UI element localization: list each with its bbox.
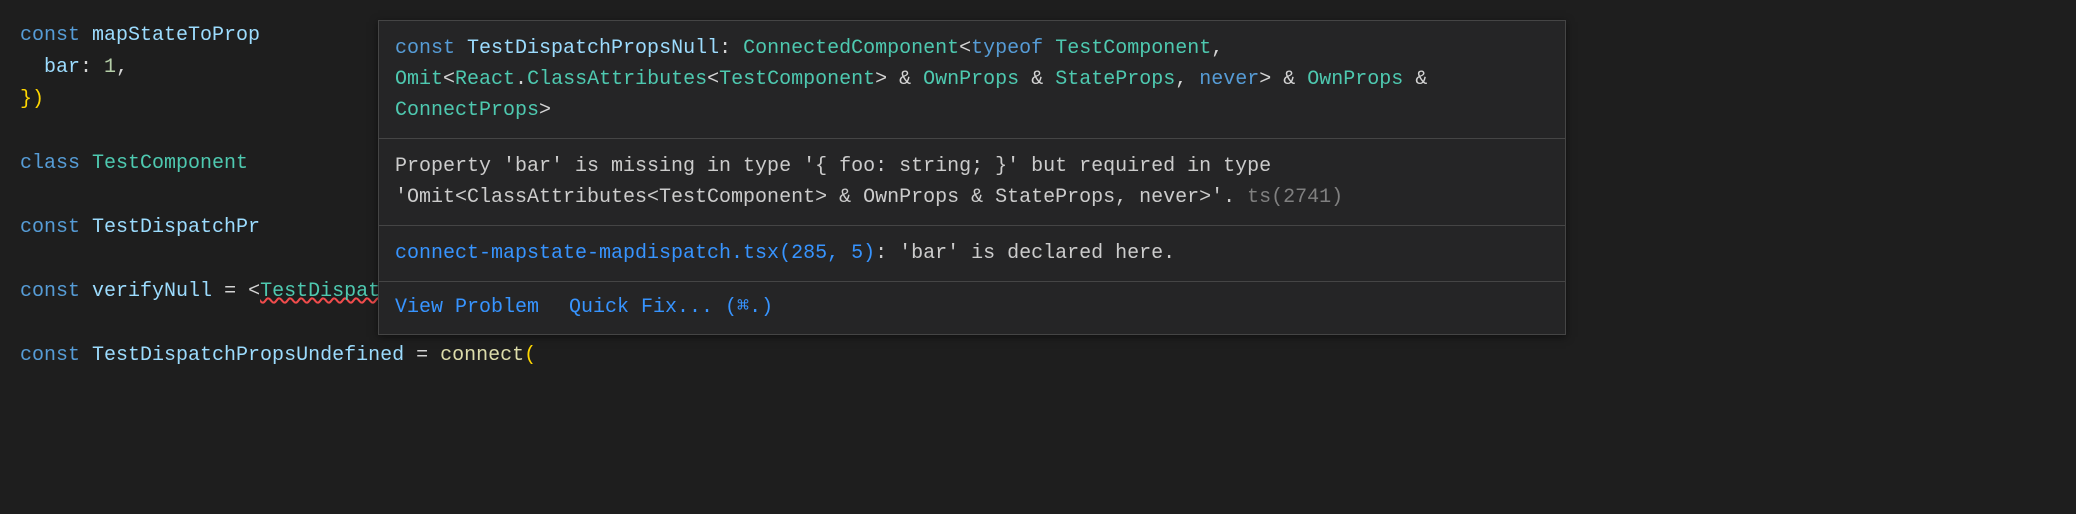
space <box>92 56 104 79</box>
comma: , <box>1211 37 1223 60</box>
property-name: bar <box>20 56 80 79</box>
keyword-never: never <box>1199 68 1259 91</box>
hover-tooltip: const TestDispatchPropsNull: ConnectedCo… <box>378 20 1566 335</box>
angle-bracket: < <box>959 37 971 60</box>
space <box>80 216 92 239</box>
view-problem-button[interactable]: View Problem <box>395 292 539 324</box>
open-paren: ( <box>524 344 536 367</box>
variable-name: TestDispatchPropsNull <box>467 37 719 60</box>
space <box>455 37 467 60</box>
angle-bracket: > <box>1259 68 1271 91</box>
type-name: OwnProps <box>923 68 1019 91</box>
quick-fix-button[interactable]: Quick Fix... (⌘.) <box>569 292 773 324</box>
ampersand: & <box>1403 68 1427 91</box>
keyword-const: const <box>20 24 80 47</box>
space <box>1043 37 1055 60</box>
jsx-open: < <box>248 280 260 303</box>
ampersand: & <box>1019 68 1055 91</box>
angle-bracket: < <box>443 68 455 91</box>
keyword-const: const <box>20 344 80 367</box>
keyword-const: const <box>20 280 80 303</box>
class-name: TestComponent <box>92 152 248 175</box>
ampersand: & <box>1271 68 1307 91</box>
closing-brace: } <box>20 88 32 111</box>
error-code <box>1235 186 1247 209</box>
colon: : <box>80 56 92 79</box>
variable-name: TestDispatchPropsUndefined <box>92 344 404 367</box>
type-name: TestComponent <box>719 68 875 91</box>
equals: = <box>404 344 440 367</box>
colon: : <box>719 37 743 60</box>
file-link[interactable]: connect-mapstate-mapdispatch.tsx(285, 5) <box>395 242 875 265</box>
space <box>80 24 92 47</box>
type-name: OwnProps <box>1307 68 1403 91</box>
dot: . <box>515 68 527 91</box>
equals: = <box>212 280 248 303</box>
ampersand: & <box>887 68 923 91</box>
angle-bracket: > <box>875 68 887 91</box>
variable-name: verifyNull <box>92 280 212 303</box>
space <box>80 280 92 303</box>
variable-name: TestDispatchPr <box>92 216 260 239</box>
error-text: 'Omit<ClassAttributes<TestComponent> & O… <box>395 186 1235 209</box>
number-literal: 1 <box>104 56 116 79</box>
error-code: ts(2741) <box>1247 186 1343 209</box>
keyword-class: class <box>20 152 80 175</box>
type-name: ClassAttributes <box>527 68 707 91</box>
type-name: ConnectProps <box>395 99 539 122</box>
closing-paren: ) <box>32 88 44 111</box>
keyword-typeof: typeof <box>971 37 1043 60</box>
angle-bracket: < <box>707 68 719 91</box>
type-name: StateProps <box>1055 68 1175 91</box>
function-call: connect <box>440 344 524 367</box>
space <box>80 344 92 367</box>
related-info[interactable]: connect-mapstate-mapdispatch.tsx(285, 5)… <box>379 226 1565 282</box>
angle-bracket: > <box>539 99 551 122</box>
comma: , <box>1175 68 1199 91</box>
error-message: Property 'bar' is missing in type '{ foo… <box>379 139 1565 226</box>
colon: : <box>875 242 899 265</box>
space <box>80 152 92 175</box>
namespace: React <box>455 68 515 91</box>
code-line[interactable]: const TestDispatchPropsUndefined = conne… <box>20 340 2076 372</box>
type-definition: const TestDispatchPropsNull: ConnectedCo… <box>379 21 1565 139</box>
type-name: TestComponent <box>1055 37 1211 60</box>
declaration-message: 'bar' is declared here. <box>899 242 1175 265</box>
keyword-const: const <box>395 37 455 60</box>
action-bar: View Problem Quick Fix... (⌘.) <box>379 282 1565 334</box>
type-name: ConnectedComponent <box>743 37 959 60</box>
keyword-const: const <box>20 216 80 239</box>
comma: , <box>116 56 128 79</box>
type-name: Omit <box>395 68 443 91</box>
error-text: Property 'bar' is missing in type '{ foo… <box>395 155 1271 178</box>
variable-name: mapStateToProp <box>92 24 260 47</box>
